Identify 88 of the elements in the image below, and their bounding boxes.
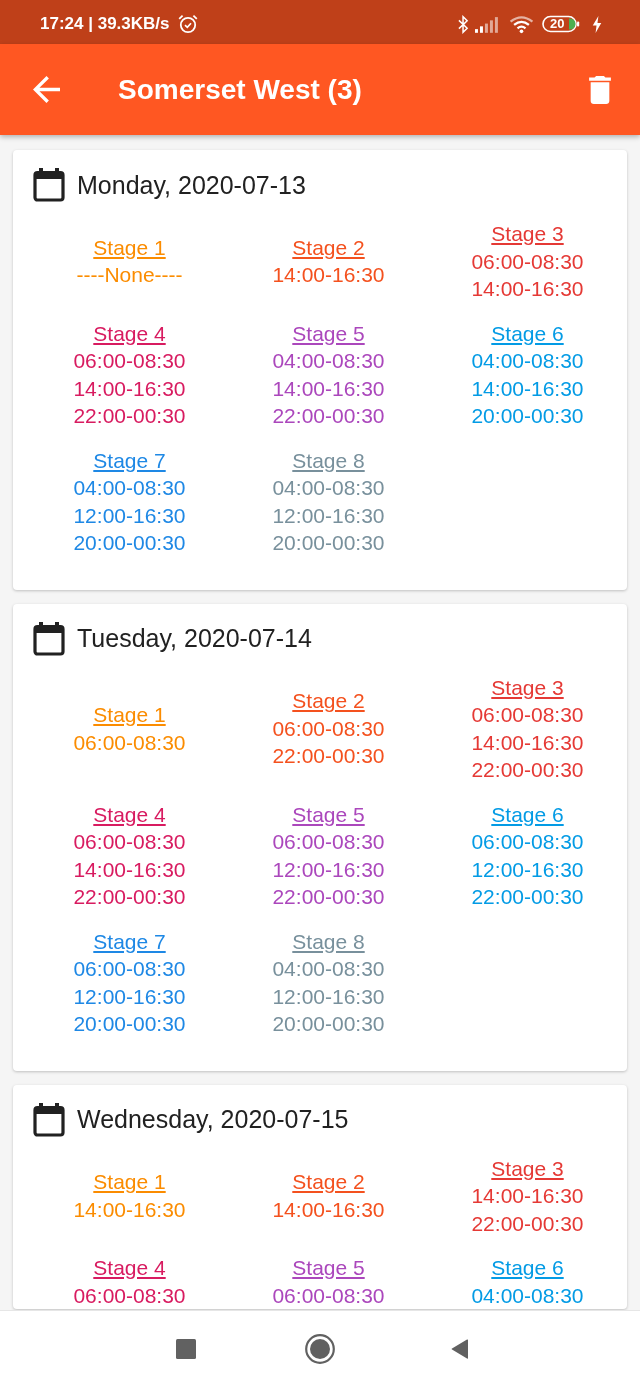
time-slot: 12:00-16:30 — [272, 855, 385, 883]
stage-link[interactable]: Stage 6 — [491, 1254, 564, 1282]
back-arrow-icon[interactable] — [33, 76, 60, 103]
calendar-icon — [33, 168, 65, 202]
time-slot: 20:00-00:30 — [272, 1010, 385, 1038]
time-slot: 20:00-00:30 — [73, 529, 186, 557]
time-slot: 14:00-16:30 — [471, 728, 584, 756]
time-slot: 06:00-08:30 — [73, 1281, 186, 1309]
time-slot: 14:00-16:30 — [73, 1195, 186, 1224]
time-slot: 06:00-08:30 — [73, 728, 186, 756]
time-slot: 12:00-16:30 — [471, 855, 584, 883]
time-slot: ----None---- — [76, 261, 183, 289]
battery-icon — [542, 15, 580, 33]
time-slot: 04:00-08:30 — [471, 1281, 584, 1309]
stage-link[interactable]: Stage 1 — [93, 1168, 166, 1196]
stage-link[interactable]: Stage 2 — [292, 687, 365, 715]
charging-bolt-icon — [592, 15, 602, 33]
time-slot: 22:00-00:30 — [471, 756, 584, 784]
time-slot: 14:00-16:30 — [272, 374, 385, 402]
wifi-icon — [509, 14, 534, 34]
home-circle-icon[interactable] — [305, 1334, 335, 1364]
time-slot: 22:00-00:30 — [471, 1209, 584, 1237]
status-clock: 17:24 | 39.3KB/s — [40, 14, 170, 34]
time-slot: 22:00-00:30 — [471, 883, 584, 911]
stage-link[interactable]: Stage 6 — [491, 319, 564, 347]
time-slot: 06:00-08:30 — [272, 714, 385, 743]
time-slot: 14:00-16:30 — [73, 374, 186, 402]
signal-icon — [475, 15, 499, 33]
stage-link[interactable]: Stage 5 — [292, 319, 365, 347]
stage-link[interactable]: Stage 7 — [93, 446, 166, 474]
trash-icon[interactable] — [589, 75, 611, 104]
stage-link[interactable]: Stage 5 — [292, 1254, 365, 1282]
time-slot: 12:00-16:30 — [272, 982, 385, 1010]
time-slot: 04:00-08:30 — [471, 347, 584, 375]
time-slot: 06:00-08:30 — [73, 955, 186, 983]
time-slot: 20:00-00:30 — [73, 1010, 186, 1038]
time-slot: 06:00-08:30 — [272, 828, 385, 856]
stage-link[interactable]: Stage 4 — [93, 800, 166, 828]
stage-link[interactable]: Stage 4 — [93, 319, 166, 347]
time-slot: 06:00-08:30 — [471, 701, 584, 729]
time-slot: 22:00-00:30 — [73, 402, 186, 430]
time-slot: 14:00-16:30 — [471, 275, 584, 303]
time-slot: 04:00-08:30 — [272, 347, 385, 375]
time-slot: 22:00-00:30 — [272, 742, 385, 770]
back-triangle-icon[interactable] — [451, 1339, 469, 1359]
time-slot: 20:00-00:30 — [471, 402, 584, 430]
time-slot: 06:00-08:30 — [272, 1281, 385, 1309]
stage-link[interactable]: Stage 5 — [292, 800, 365, 828]
time-slot: 06:00-08:30 — [73, 347, 186, 375]
stage-link[interactable]: Stage 3 — [491, 220, 564, 248]
time-slot: 12:00-16:30 — [272, 501, 385, 529]
time-slot: 12:00-16:30 — [73, 501, 186, 529]
time-slot: 22:00-00:30 — [272, 402, 385, 430]
stage-link[interactable]: Stage 2 — [292, 1168, 365, 1196]
calendar-icon — [33, 621, 65, 656]
stage-link[interactable]: Stage 2 — [292, 233, 365, 262]
time-slot: 14:00-16:30 — [272, 1195, 385, 1224]
day-date: Monday, 2020-07-13 — [77, 170, 306, 200]
stage-link[interactable]: Stage 1 — [93, 233, 166, 262]
stage-link[interactable]: Stage 6 — [491, 800, 564, 828]
time-slot: 12:00-16:30 — [73, 982, 186, 1010]
time-slot: 14:00-16:30 — [471, 1182, 584, 1210]
stage-link[interactable]: Stage 4 — [93, 1254, 166, 1282]
screen-title: Somerset West (3) — [118, 73, 363, 106]
battery-percent: 20 — [550, 16, 565, 32]
time-slot: 04:00-08:30 — [272, 474, 385, 502]
time-slot: 06:00-08:30 — [471, 828, 584, 856]
stage-link[interactable]: Stage 3 — [491, 1154, 564, 1182]
alarm-clock-icon — [177, 14, 198, 34]
stage-link[interactable]: Stage 7 — [93, 927, 166, 955]
stage-link[interactable]: Stage 8 — [292, 446, 365, 474]
time-slot: 04:00-08:30 — [272, 955, 385, 983]
time-slot: 14:00-16:30 — [272, 261, 385, 289]
time-slot: 06:00-08:30 — [471, 247, 584, 275]
day-date: Wednesday, 2020-07-15 — [77, 1105, 349, 1134]
calendar-icon — [33, 1102, 65, 1137]
stage-link[interactable]: Stage 3 — [491, 673, 564, 701]
time-slot: 22:00-00:30 — [272, 883, 385, 911]
time-slot: 06:00-08:30 — [73, 828, 186, 856]
day-date: Tuesday, 2020-07-14 — [77, 624, 312, 653]
time-slot: 20:00-00:30 — [272, 529, 385, 557]
bluetooth-icon — [458, 14, 469, 34]
time-slot: 14:00-16:30 — [73, 855, 186, 883]
time-slot: 22:00-00:30 — [73, 883, 186, 911]
stage-link[interactable]: Stage 1 — [93, 701, 166, 729]
stage-link[interactable]: Stage 8 — [292, 927, 365, 955]
time-slot: 14:00-16:30 — [471, 374, 584, 402]
time-slot: 04:00-08:30 — [73, 474, 186, 502]
